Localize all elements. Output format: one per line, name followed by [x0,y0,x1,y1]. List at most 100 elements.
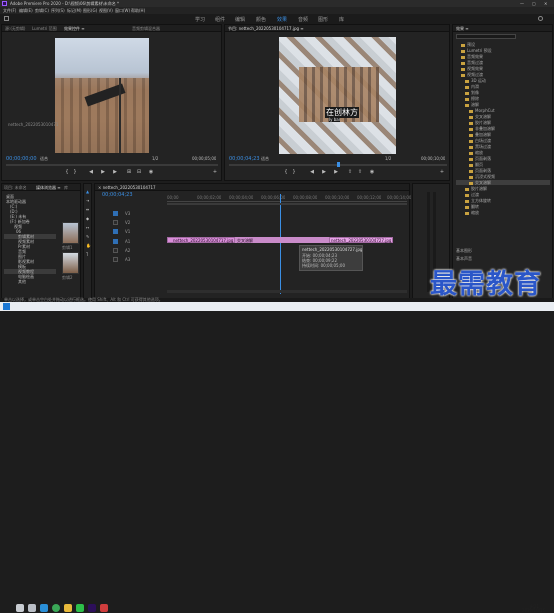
wechat-icon[interactable] [76,604,84,612]
menu-edit[interactable]: 编辑(E) [19,8,33,13]
edge-browser-icon[interactable] [40,604,48,612]
menu-marker[interactable]: 标记(M) [67,8,82,13]
search-icon[interactable] [538,16,543,21]
effect-item[interactable]: 胶片溶解 [465,186,487,191]
source-patch-a3[interactable] [113,257,118,262]
effect-item[interactable]: 内滑 [465,84,479,89]
program-resolution-dropdown[interactable]: 1/2 [385,156,391,161]
effect-item[interactable]: 音频过渡 [461,60,483,65]
mark-in-icon[interactable]: { [64,169,70,175]
tab-libraries[interactable]: 库 [64,185,68,191]
search-taskbar-icon[interactable] [16,604,24,612]
menu-clip[interactable]: 剪辑(C) [35,8,49,13]
hand-tool-icon[interactable]: ✋ [86,243,91,248]
program-add-button-icon[interactable]: + [439,169,445,175]
source-patch-v2[interactable] [113,220,118,225]
workspace-learn[interactable]: 学习 [195,16,205,23]
effect-item[interactable]: 音频效果 [461,54,483,59]
pen-tool-icon[interactable]: ✎ [86,234,89,239]
essential-sound-tab[interactable]: 基本声音 [456,256,472,261]
menu-view[interactable]: 视图(V) [99,8,113,13]
source-resolution-dropdown[interactable]: 1/2 [152,156,158,161]
timeline-horizontal-scrollbar[interactable] [167,290,407,293]
effect-item[interactable]: 划像 [465,90,479,95]
timeline-playhead[interactable] [280,194,281,294]
play-icon[interactable]: ▶ [100,169,106,175]
effect-item[interactable]: 交叉溶解 [469,114,491,119]
tab-program[interactable]: 节目: nettech_20220530104717.jpg ≡ [228,26,304,32]
program-scrub-bar[interactable] [229,162,447,167]
program-mark-out-icon[interactable]: } [291,169,297,175]
source-fit-dropdown[interactable]: 适合 [40,156,48,161]
effect-item[interactable]: 非叠加溶解 [469,126,495,131]
program-timecode[interactable]: 00;00;04;23 [229,156,260,162]
effect-item[interactable]: 翻页 [469,162,483,167]
premiere-pro-icon[interactable] [88,604,96,612]
effect-item[interactable]: 擦除 [465,96,479,101]
work-area-bar[interactable] [167,203,407,205]
workspace-assembly[interactable]: 组件 [215,16,225,23]
source-patch-a2[interactable] [113,248,118,253]
source-timecode[interactable]: 00;00;00;00 [6,156,37,162]
tab-lumetri-scopes[interactable]: Lumetri 范围 [32,26,57,32]
razor-tool-icon[interactable]: ◆ [86,216,89,221]
home-icon[interactable] [4,16,9,21]
effect-item-presets[interactable]: 预设 [461,42,475,47]
effect-item[interactable]: 页面剥落 [469,168,491,173]
effect-item[interactable]: Lumetri 预设 [461,48,492,53]
task-view-icon[interactable] [28,604,36,612]
chrome-icon[interactable] [52,604,60,612]
minimize-button[interactable]: — [520,1,524,6]
menu-help[interactable]: 帮助(H) [131,8,145,13]
source-patch-a1[interactable] [113,239,118,244]
essential-graphics-tab[interactable]: 基本图形 [456,248,472,253]
program-mark-in-icon[interactable]: { [283,169,289,175]
workspace-color[interactable]: 颜色 [256,16,266,23]
tab-effect-controls[interactable]: 效果控件 ≡ [64,26,85,32]
effect-item[interactable]: 立方体旋转 [465,198,491,203]
effect-item[interactable]: 黑场过渡 [469,144,491,149]
source-scrub-bar[interactable] [6,164,218,166]
effect-item[interactable]: 视频效果 [461,66,483,71]
menu-graphics[interactable]: 图形(G) [83,8,97,13]
add-button-icon[interactable]: + [212,169,218,175]
tab-sequence[interactable]: × nettech_20220530104717 [98,185,156,190]
insert-icon[interactable]: ⊞ [126,169,132,175]
program-step-forward-icon[interactable]: ▶ [333,169,339,175]
track-select-tool-icon[interactable]: ⇥ [86,198,89,203]
program-step-back-icon[interactable]: ◀ [309,169,315,175]
workspace-editing[interactable]: 编辑 [235,16,245,23]
effect-item[interactable]: 视频过渡 [461,72,483,77]
lift-icon[interactable]: ⇧ [347,169,353,175]
effects-search-field[interactable] [456,34,516,39]
effect-item[interactable]: 页面剥落 [469,156,491,161]
tab-audio-clip-mixer[interactable]: 音频剪辑混合器 [132,26,160,32]
workspace-libraries[interactable]: 库 [339,16,344,23]
type-tool-icon[interactable]: T [86,252,88,257]
program-export-frame-icon[interactable]: ◉ [369,169,375,175]
overwrite-icon[interactable]: ⊟ [136,169,142,175]
windows-start-icon[interactable] [3,303,10,310]
effect-item-selected[interactable]: 交叉溶解 [456,180,550,185]
menu-file[interactable]: 文件(F) [3,8,16,13]
extract-icon[interactable]: ⇪ [357,169,363,175]
selection-tool-icon[interactable]: ▲ [86,189,89,194]
effect-item[interactable]: 缩放 [465,210,479,215]
step-forward-icon[interactable]: ▶ [112,169,118,175]
effect-item[interactable]: 3D 运动 [465,78,486,83]
tab-project[interactable]: 项目: 未命名 [4,185,27,191]
effect-item[interactable]: 溶解 [465,102,479,107]
mark-out-icon[interactable]: } [72,169,78,175]
workspace-graphics[interactable]: 图形 [318,16,328,23]
effect-item[interactable]: 过渡 [465,192,479,197]
ripple-edit-tool-icon[interactable]: ⇹ [86,207,89,212]
tab-media-browser[interactable]: 媒体浏览器 ≡ [36,185,61,191]
menu-window[interactable]: 窗口(W) [115,8,130,13]
program-fit-dropdown[interactable]: 适合 [261,156,269,161]
effect-item[interactable]: MorphCut [469,108,495,113]
tab-effects[interactable]: 效果 ≡ [456,26,469,32]
effect-item[interactable]: 叠加溶解 [469,132,491,137]
effect-item[interactable]: 白场过渡 [469,138,491,143]
close-button[interactable]: ✕ [544,1,547,6]
workspace-effects[interactable]: 效果 [277,16,287,23]
